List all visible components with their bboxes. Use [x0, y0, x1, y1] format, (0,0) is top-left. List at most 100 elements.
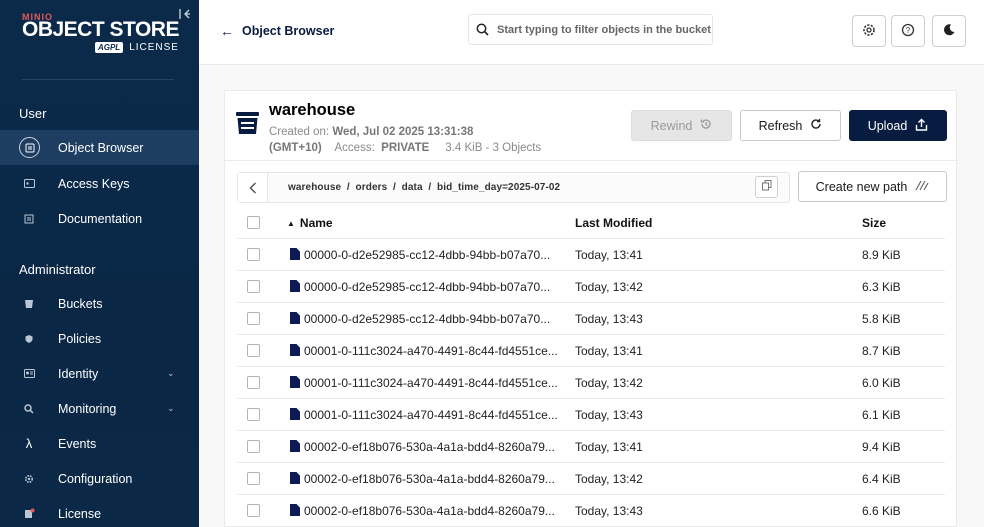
- help-button[interactable]: ?: [891, 15, 925, 47]
- access-label: Access:: [334, 142, 375, 154]
- table-row[interactable]: 00001-0-111c3024-a470-4491-8c44-fd4551ce…: [237, 334, 945, 366]
- created-label: Created on:: [269, 126, 330, 138]
- access-value: PRIVATE: [381, 142, 430, 154]
- sidebar-divider: [22, 79, 174, 80]
- object-size: 6.4 KiB: [862, 472, 901, 486]
- row-checkbox[interactable]: [247, 280, 260, 293]
- settings-button[interactable]: [852, 15, 886, 47]
- section-user: User: [19, 106, 47, 121]
- object-name[interactable]: 00001-0-111c3024-a470-4491-8c44-fd4551ce…: [304, 376, 558, 390]
- breadcrumb: warehouse / orders / data / bid_time_day…: [237, 172, 790, 203]
- search-icon: [476, 23, 489, 36]
- file-icon: [290, 472, 300, 484]
- search-input[interactable]: Start typing to filter objects in the bu…: [468, 14, 713, 45]
- object-name[interactable]: 00000-0-d2e52985-cc12-4dbb-94bb-b07a70..…: [304, 312, 550, 326]
- history-icon: [700, 118, 712, 133]
- sidebar-item-monitoring[interactable]: Monitoring ⌄: [0, 391, 199, 426]
- file-icon: [290, 376, 300, 388]
- row-checkbox[interactable]: [247, 504, 260, 517]
- row-checkbox[interactable]: [247, 312, 260, 325]
- object-name[interactable]: 00001-0-111c3024-a470-4491-8c44-fd4551ce…: [304, 408, 558, 422]
- file-icon: [290, 312, 300, 324]
- table-row[interactable]: 00000-0-d2e52985-cc12-4dbb-94bb-b07a70..…: [237, 302, 945, 334]
- table-row[interactable]: 00002-0-ef18b076-530a-4a1a-bdd4-8260a79.…: [237, 494, 945, 526]
- arrow-left-icon: ←: [220, 23, 234, 39]
- copy-path-button[interactable]: [755, 176, 778, 198]
- object-size: 8.9 KiB: [862, 248, 901, 262]
- table-row[interactable]: 00000-0-d2e52985-cc12-4dbb-94bb-b07a70..…: [237, 238, 945, 270]
- created-value: Wed, Jul 02 2025 13:31:38: [332, 126, 474, 138]
- chevron-left-icon[interactable]: [238, 173, 268, 202]
- rewind-button[interactable]: Rewind: [631, 110, 732, 141]
- sidebar-item-identity[interactable]: Identity ⌄: [0, 356, 199, 391]
- sidebar-item-policies[interactable]: Policies: [0, 321, 199, 356]
- sidebar-item-access-keys[interactable]: Access Keys: [0, 166, 199, 201]
- column-name-header[interactable]: ▲ Name: [287, 208, 333, 238]
- object-name[interactable]: 00002-0-ef18b076-530a-4a1a-bdd4-8260a79.…: [304, 472, 555, 486]
- chevron-down-icon[interactable]: ⌄: [167, 368, 175, 379]
- upload-icon: [915, 118, 928, 134]
- object-browser-icon: [19, 137, 40, 158]
- table-row[interactable]: 00002-0-ef18b076-530a-4a1a-bdd4-8260a79.…: [237, 462, 945, 494]
- sort-ascending-icon: ▲: [287, 218, 295, 228]
- object-name[interactable]: 00000-0-d2e52985-cc12-4dbb-94bb-b07a70..…: [304, 248, 550, 262]
- sidebar-item-configuration[interactable]: Configuration: [0, 461, 199, 496]
- sidebar-item-label: Object Browser: [58, 140, 144, 155]
- row-checkbox[interactable]: [247, 408, 260, 421]
- buckets-icon: [19, 294, 39, 314]
- object-name[interactable]: 00002-0-ef18b076-530a-4a1a-bdd4-8260a79.…: [304, 440, 555, 454]
- access-keys-icon: [19, 174, 39, 194]
- object-size: 9.4 KiB: [862, 440, 901, 454]
- upload-button[interactable]: Upload: [849, 110, 947, 141]
- bucket-header: warehouse Created on: Wed, Jul 02 2025 1…: [225, 91, 958, 161]
- back-to-object-browser[interactable]: ← Object Browser: [220, 23, 334, 39]
- row-checkbox[interactable]: [247, 248, 260, 261]
- last-modified: Today, 13:43: [575, 504, 643, 518]
- agpl-badge: AGPL: [94, 42, 124, 53]
- row-checkbox[interactable]: [247, 344, 260, 357]
- table-row[interactable]: 00002-0-ef18b076-530a-4a1a-bdd4-8260a79.…: [237, 430, 945, 462]
- object-name[interactable]: 00000-0-d2e52985-cc12-4dbb-94bb-b07a70..…: [304, 280, 550, 294]
- sidebar-item-license[interactable]: License: [0, 496, 199, 527]
- breadcrumb-path[interactable]: warehouse / orders / data / bid_time_day…: [288, 182, 560, 193]
- minio-logo[interactable]: MINIO OBJECT STORE AGPL LICENSE: [22, 12, 179, 53]
- object-size: 6.0 KiB: [862, 376, 901, 390]
- policies-icon: [19, 329, 39, 349]
- sidebar-item-documentation[interactable]: Documentation: [0, 201, 199, 236]
- refresh-label: Refresh: [758, 118, 803, 133]
- last-modified: Today, 13:42: [575, 472, 643, 486]
- collapse-sidebar-icon[interactable]: [178, 8, 192, 22]
- object-name[interactable]: 00002-0-ef18b076-530a-4a1a-bdd4-8260a79.…: [304, 504, 555, 518]
- sidebar-item-events[interactable]: λ Events: [0, 426, 199, 461]
- last-modified: Today, 13:41: [575, 248, 643, 262]
- sidebar-item-object-browser[interactable]: Object Browser: [0, 130, 199, 165]
- sidebar-item-buckets[interactable]: Buckets: [0, 286, 199, 321]
- logo-product: OBJECT STORE: [22, 18, 179, 41]
- row-checkbox[interactable]: [247, 440, 260, 453]
- new-path-label: Create new path: [815, 179, 908, 194]
- object-size: 6.1 KiB: [862, 408, 901, 422]
- create-new-path-button[interactable]: Create new path: [798, 171, 947, 202]
- new-path-icon: [915, 180, 929, 194]
- sidebar-item-label: Identity: [58, 366, 99, 381]
- sidebar-item-label: Policies: [58, 331, 102, 346]
- select-all-checkbox[interactable]: [247, 216, 260, 229]
- row-checkbox[interactable]: [247, 376, 260, 389]
- sidebar: MINIO OBJECT STORE AGPL LICENSE User Obj…: [0, 0, 199, 527]
- column-modified-header[interactable]: Last Modified: [575, 208, 652, 238]
- table-row[interactable]: 00001-0-111c3024-a470-4491-8c44-fd4551ce…: [237, 366, 945, 398]
- object-name[interactable]: 00001-0-111c3024-a470-4491-8c44-fd4551ce…: [304, 344, 558, 358]
- refresh-button[interactable]: Refresh: [740, 110, 841, 141]
- file-icon: [290, 248, 300, 260]
- last-modified: Today, 13:41: [575, 440, 643, 454]
- sidebar-item-label: Monitoring: [58, 401, 117, 416]
- file-icon: [290, 408, 300, 420]
- chevron-down-icon[interactable]: ⌄: [167, 403, 175, 414]
- object-size: 6.6 KiB: [862, 504, 901, 518]
- table-row[interactable]: 00001-0-111c3024-a470-4491-8c44-fd4551ce…: [237, 398, 945, 430]
- timezone: (GMT+10): [269, 142, 322, 154]
- table-row[interactable]: 00000-0-d2e52985-cc12-4dbb-94bb-b07a70..…: [237, 270, 945, 302]
- column-size-header[interactable]: Size: [862, 208, 886, 238]
- row-checkbox[interactable]: [247, 472, 260, 485]
- dark-mode-button[interactable]: [932, 15, 966, 47]
